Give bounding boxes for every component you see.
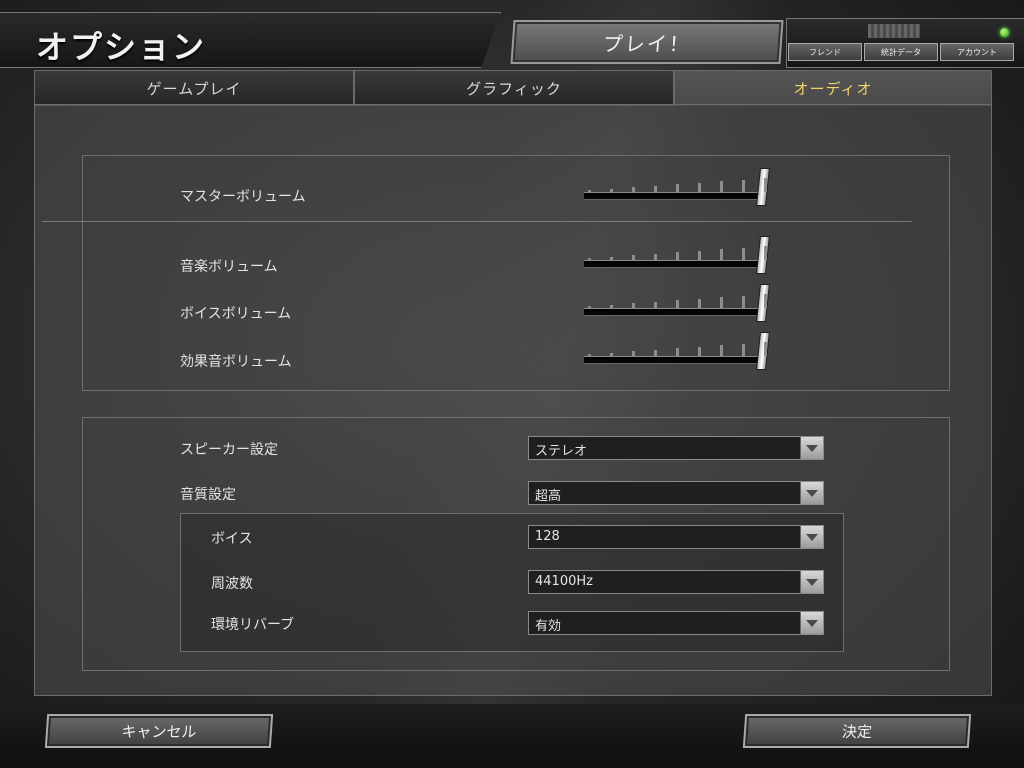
frequency-label: 周波数 bbox=[211, 576, 253, 592]
slider-handle[interactable] bbox=[756, 168, 770, 206]
slider-track bbox=[584, 260, 764, 268]
cancel-button[interactable]: キャンセル bbox=[44, 714, 274, 748]
master-volume-label: マスターボリューム bbox=[180, 189, 306, 205]
voices-dropdown[interactable]: 128 bbox=[528, 525, 824, 549]
music-volume-slider[interactable] bbox=[584, 236, 774, 276]
slider-tick bbox=[610, 188, 613, 192]
slider-tick bbox=[588, 258, 591, 260]
slider-tick bbox=[676, 348, 679, 356]
dropdown-value: 128 bbox=[535, 529, 560, 544]
slider-tick bbox=[654, 253, 657, 260]
voice-volume-slider[interactable] bbox=[584, 284, 774, 324]
tab-audio[interactable]: オーディオ bbox=[674, 70, 992, 106]
quality-setting-label: 音質設定 bbox=[180, 487, 236, 503]
slider-tick bbox=[742, 179, 745, 192]
slider-tick bbox=[764, 294, 767, 308]
chevron-down-icon[interactable] bbox=[800, 482, 823, 504]
slider-handle[interactable] bbox=[756, 332, 770, 370]
slider-tick bbox=[698, 250, 701, 260]
slider-tick bbox=[632, 303, 635, 308]
slider-tick bbox=[698, 298, 701, 308]
stats-button[interactable]: 統計データ bbox=[864, 43, 938, 61]
slider-tick bbox=[720, 181, 723, 192]
slider-tick bbox=[676, 184, 679, 192]
tab-graphics[interactable]: グラフィック bbox=[354, 70, 674, 106]
slider-track bbox=[584, 308, 764, 316]
slider-tick bbox=[588, 354, 591, 356]
voice-volume-label: ボイスボリューム bbox=[180, 306, 292, 322]
music-volume-label: 音楽ボリューム bbox=[180, 259, 278, 275]
chevron-down-icon[interactable] bbox=[800, 612, 823, 634]
slider-tick bbox=[764, 342, 767, 356]
dropdown-value: 超高 bbox=[535, 489, 562, 504]
slider-tick bbox=[610, 352, 613, 356]
tab-gameplay[interactable]: ゲームプレイ bbox=[34, 70, 354, 106]
reverb-dropdown[interactable]: 有効 bbox=[528, 611, 824, 635]
chevron-down-icon[interactable] bbox=[800, 526, 823, 548]
slider-handle[interactable] bbox=[756, 284, 770, 322]
slider-tick bbox=[720, 297, 723, 308]
dropdown-value: 有効 bbox=[535, 619, 562, 634]
slider-tick bbox=[676, 252, 679, 260]
master-volume-slider[interactable] bbox=[584, 168, 774, 208]
slider-tick bbox=[588, 190, 591, 192]
slider-tick bbox=[742, 295, 745, 308]
slider-track bbox=[584, 356, 764, 364]
chevron-down-icon[interactable] bbox=[800, 571, 823, 593]
username-blurred bbox=[868, 24, 920, 38]
slider-tick bbox=[654, 185, 657, 192]
slider-tick bbox=[764, 178, 767, 192]
slider-tick bbox=[742, 247, 745, 260]
slider-tick bbox=[654, 349, 657, 356]
slider-tick bbox=[764, 246, 767, 260]
slider-tick bbox=[720, 249, 723, 260]
slider-tick bbox=[742, 343, 745, 356]
account-button[interactable]: アカウント bbox=[940, 43, 1014, 61]
slider-tick bbox=[698, 346, 701, 356]
slider-tick bbox=[720, 345, 723, 356]
slider-track bbox=[584, 192, 764, 200]
quality-setting-dropdown[interactable]: 超高 bbox=[528, 481, 824, 505]
volume-divider bbox=[42, 221, 912, 222]
play-button[interactable]: プレイ！ bbox=[510, 20, 784, 64]
slider-tick bbox=[676, 300, 679, 308]
slider-tick bbox=[632, 187, 635, 192]
dropdown-value: 44100Hz bbox=[535, 574, 593, 589]
ok-button[interactable]: 決定 bbox=[742, 714, 972, 748]
chevron-down-icon[interactable] bbox=[800, 437, 823, 459]
effects-volume-slider[interactable] bbox=[584, 332, 774, 372]
slider-tick bbox=[632, 351, 635, 356]
slider-tick bbox=[610, 304, 613, 308]
voices-label: ボイス bbox=[211, 531, 253, 547]
speaker-setting-dropdown[interactable]: ステレオ bbox=[528, 436, 824, 460]
slider-tick bbox=[698, 182, 701, 192]
online-status-icon bbox=[1000, 28, 1009, 37]
speaker-setting-label: スピーカー設定 bbox=[180, 442, 278, 458]
effects-volume-label: 効果音ボリューム bbox=[180, 354, 292, 370]
slider-tick bbox=[654, 301, 657, 308]
frequency-dropdown[interactable]: 44100Hz bbox=[528, 570, 824, 594]
page-title: オプション bbox=[36, 28, 207, 66]
dropdown-value: ステレオ bbox=[535, 444, 588, 459]
slider-tick bbox=[632, 255, 635, 260]
reverb-label: 環境リバーブ bbox=[211, 617, 295, 633]
slider-tick bbox=[588, 306, 591, 308]
slider-tick bbox=[610, 256, 613, 260]
slider-handle[interactable] bbox=[756, 236, 770, 274]
friends-button[interactable]: フレンド bbox=[788, 43, 862, 61]
